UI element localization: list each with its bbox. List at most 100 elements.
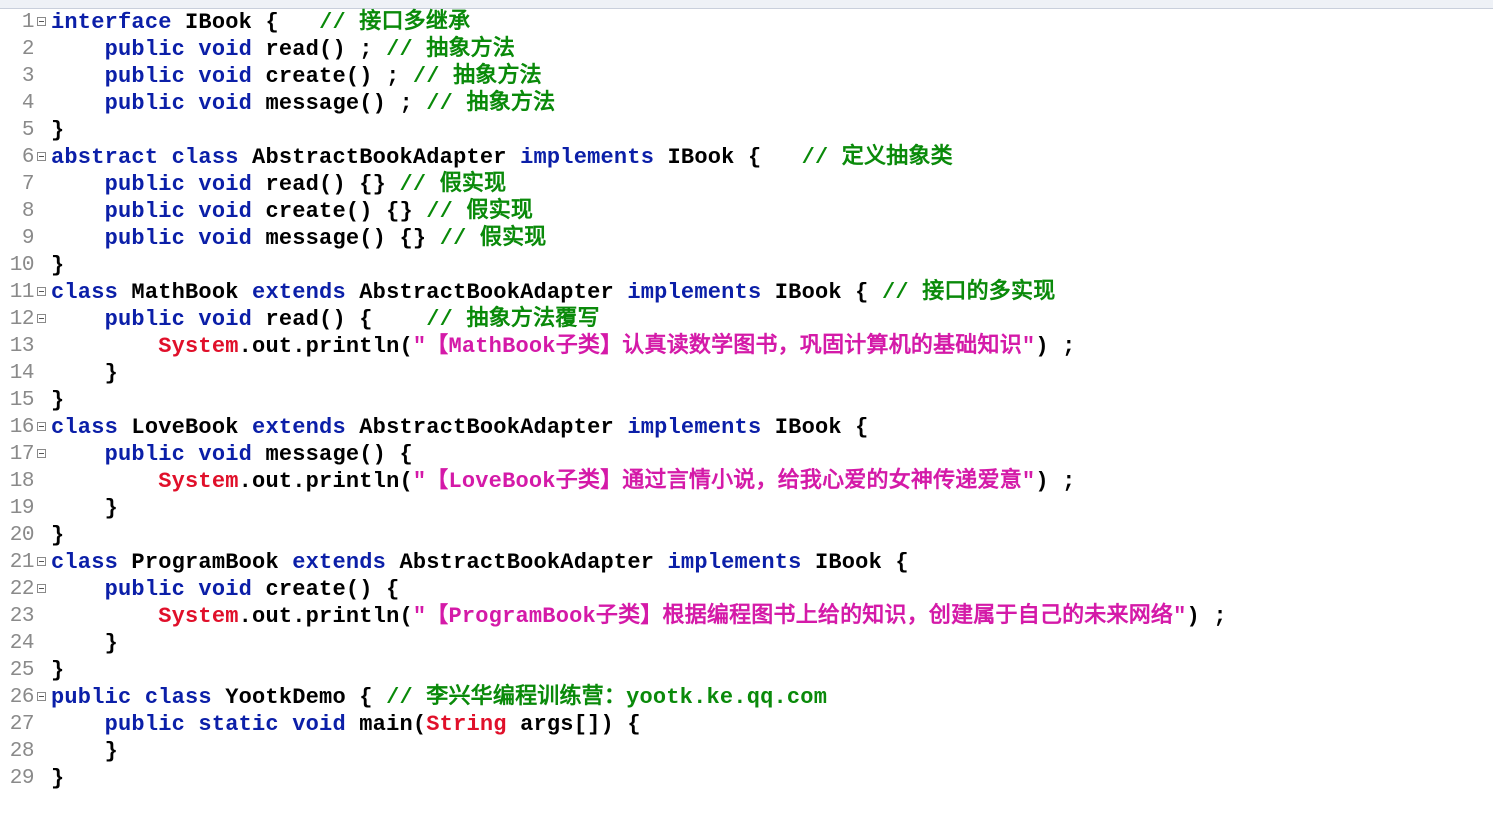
code-text: }	[51, 360, 118, 387]
plain-token: .out.println(	[238, 604, 413, 629]
comment-token: // 假实现	[439, 226, 547, 251]
keyword-token: public static void	[104, 712, 346, 737]
comment-token: // 接口的多实现	[881, 280, 1056, 305]
code-line[interactable]: 26 public class YootkDemo { // 李兴华编程训练营：y…	[0, 684, 1493, 711]
code-line[interactable]: 10}	[0, 252, 1493, 279]
code-line[interactable]: 7 public void read() {} // 假实现	[0, 171, 1493, 198]
fold-toggle-icon[interactable]	[37, 422, 46, 431]
code-line[interactable]: 17 public void message() {	[0, 441, 1493, 468]
code-text: public void create() ; // 抽象方法	[51, 63, 542, 90]
code-line[interactable]: 19 }	[0, 495, 1493, 522]
code-line[interactable]: 28 }	[0, 738, 1493, 765]
plain-token: YootkDemo {	[211, 685, 387, 710]
code-text: }	[51, 738, 118, 765]
code-line[interactable]: 18 System.out.println("【LoveBook子类】通过言情小…	[0, 468, 1493, 495]
code-line[interactable]: 23 System.out.println("【ProgramBook子类】根据…	[0, 603, 1493, 630]
line-number: 3	[21, 65, 35, 88]
code-line[interactable]: 12 public void read() { // 抽象方法覆写	[0, 306, 1493, 333]
plain-token: IBook {	[171, 10, 320, 35]
code-text: public void message() {} // 假实现	[51, 225, 547, 252]
line-number: 17	[9, 443, 35, 466]
code-line[interactable]: 14 }	[0, 360, 1493, 387]
plain-token: create() {}	[252, 199, 427, 224]
fold-toggle-icon[interactable]	[37, 692, 46, 701]
fold-toggle-icon[interactable]	[37, 314, 46, 323]
class-token: System	[158, 604, 239, 629]
code-line[interactable]: 21 class ProgramBook extends AbstractBook…	[0, 549, 1493, 576]
string-token: "【LoveBook子类】通过言情小说，给我心爱的女神传递爱意"	[412, 469, 1036, 494]
code-line[interactable]: 6 abstract class AbstractBookAdapter impl…	[0, 144, 1493, 171]
code-text: }	[51, 630, 118, 657]
code-line[interactable]: 25}	[0, 657, 1493, 684]
code-line[interactable]: 11 class MathBook extends AbstractBookAda…	[0, 279, 1493, 306]
code-editor[interactable]: 1 interface IBook { // 接口多继承 2 public void…	[0, 9, 1493, 828]
plain-token: message() {}	[252, 226, 440, 251]
keyword-token: public void	[104, 199, 253, 224]
plain-token: }	[51, 631, 119, 656]
code-text: public void read() { // 抽象方法覆写	[51, 306, 600, 333]
line-number: 4	[21, 92, 35, 115]
code-line[interactable]: 15}	[0, 387, 1493, 414]
line-number: 21	[9, 551, 35, 574]
code-line[interactable]: 20}	[0, 522, 1493, 549]
plain-token: create() ;	[252, 64, 413, 89]
fold-toggle-icon[interactable]	[37, 449, 46, 458]
fold-toggle-icon[interactable]	[37, 152, 46, 161]
class-token: System	[158, 334, 239, 359]
keyword-token: interface	[51, 10, 172, 35]
code-line[interactable]: 9 public void message() {} // 假实现	[0, 225, 1493, 252]
keyword-token: class	[51, 280, 119, 305]
comment-token: // 抽象方法	[426, 91, 556, 116]
fold-toggle-icon[interactable]	[37, 557, 46, 566]
code-line[interactable]: 2 public void read() ; // 抽象方法	[0, 36, 1493, 63]
line-number: 25	[9, 659, 35, 682]
plain-token: AbstractBookAdapter	[386, 550, 668, 575]
plain-token: }	[51, 388, 65, 413]
code-text: }	[51, 387, 64, 414]
code-line[interactable]: 22 public void create() {	[0, 576, 1493, 603]
fold-toggle-icon[interactable]	[37, 17, 46, 26]
plain-token: message() {	[252, 442, 413, 467]
comment-token: // 定义抽象类	[801, 145, 953, 170]
plain-token: IBook {	[761, 280, 882, 305]
line-number: 8	[21, 200, 35, 223]
code-line[interactable]: 13 System.out.println("【MathBook子类】认真读数学…	[0, 333, 1493, 360]
plain-token: }	[51, 658, 65, 683]
code-line[interactable]: 3 public void create() ; // 抽象方法	[0, 63, 1493, 90]
line-number: 9	[21, 227, 35, 250]
keyword-token: public void	[104, 442, 253, 467]
code-text: }	[51, 657, 64, 684]
code-line[interactable]: 1 interface IBook { // 接口多继承	[0, 9, 1493, 36]
comment-token: // 抽象方法	[386, 37, 516, 62]
fold-toggle-icon[interactable]	[37, 287, 46, 296]
plain-token: }	[51, 739, 119, 764]
line-number: 2	[21, 38, 35, 61]
line-number: 13	[9, 335, 35, 358]
keyword-token: public void	[104, 172, 253, 197]
code-line[interactable]: 16 class LoveBook extends AbstractBookAda…	[0, 414, 1493, 441]
plain-token: .out.println(	[238, 334, 413, 359]
plain-token: args[]) {	[506, 712, 641, 737]
plain-token: create() {	[252, 577, 400, 602]
line-number: 12	[9, 308, 35, 331]
plain-token: ) ;	[1186, 604, 1227, 629]
line-number: 5	[21, 119, 35, 142]
code-line[interactable]: 8 public void create() {} // 假实现	[0, 198, 1493, 225]
keyword-token: public void	[104, 91, 253, 116]
code-line[interactable]: 29}	[0, 765, 1493, 792]
code-text: System.out.println("【ProgramBook子类】根据编程图…	[51, 603, 1227, 630]
code-line[interactable]: 27 public static void main(String args[]…	[0, 711, 1493, 738]
code-line[interactable]: 4 public void message() ; // 抽象方法	[0, 90, 1493, 117]
code-line[interactable]: 24 }	[0, 630, 1493, 657]
keyword-token: extends	[292, 550, 387, 575]
fold-toggle-icon[interactable]	[37, 584, 46, 593]
code-line[interactable]: 5}	[0, 117, 1493, 144]
